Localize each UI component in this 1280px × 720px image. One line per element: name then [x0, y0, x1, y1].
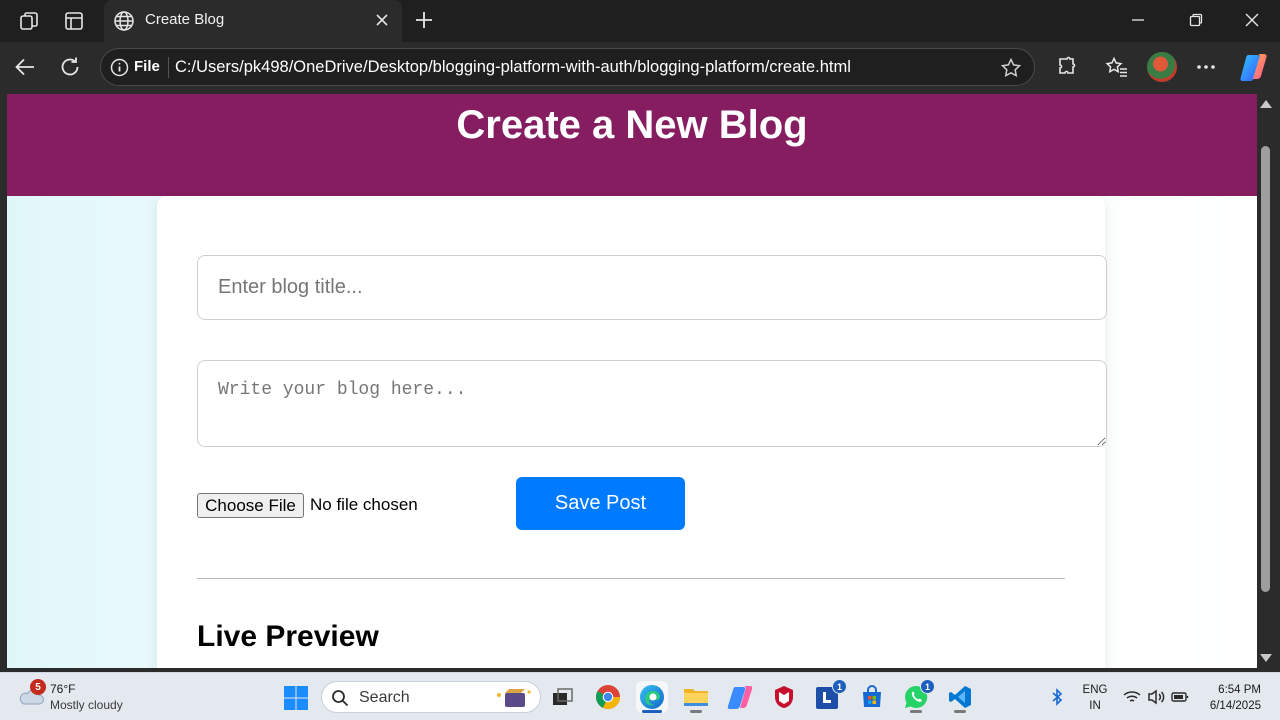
language-region: IN [1089, 700, 1101, 712]
favorites-icon[interactable] [1104, 54, 1130, 80]
taskbar: 5 76°F Mostly cloudy Search 1 1 ENG IN 6… [0, 672, 1280, 720]
new-tab-icon[interactable] [412, 8, 436, 32]
scroll-up-icon[interactable] [1260, 100, 1272, 108]
running-app-indicator [954, 710, 966, 713]
tab-create-blog[interactable]: Create Blog [104, 0, 402, 42]
system-clock[interactable]: 6:54 PM 6/14/2025 [1200, 682, 1261, 714]
taskbar-app-task-view[interactable] [547, 681, 579, 713]
url-text[interactable]: C:/Users/pk498/OneDrive/Desktop/blogging… [175, 58, 851, 77]
tab-close-icon[interactable] [372, 10, 392, 30]
live-preview-heading: Live Preview [197, 620, 379, 653]
weather-description: Mostly cloudy [50, 698, 123, 712]
running-app-indicator [910, 710, 922, 713]
windows-start-icon[interactable] [283, 685, 309, 711]
address-separator [168, 57, 169, 78]
scrollbar-thumb[interactable] [1261, 146, 1270, 592]
taskbar-search[interactable]: Search [321, 681, 541, 713]
language-code: ENG [1082, 684, 1108, 696]
blog-form-card: Choose File No file chosen Save Post Liv… [157, 196, 1107, 668]
search-highlight-icon [497, 689, 531, 707]
globe-icon [114, 11, 134, 31]
webpage: Create a New Blog Choose File No file ch… [7, 94, 1257, 668]
taskbar-app-vscode[interactable] [944, 681, 976, 713]
wifi-icon[interactable] [1122, 687, 1142, 707]
taskbar-app-edge[interactable] [636, 681, 668, 713]
copilot-icon[interactable] [1239, 53, 1269, 81]
search-label: Search [359, 689, 410, 706]
scheme-label: File [134, 58, 160, 75]
app-notification-badge: 1 [920, 679, 935, 694]
save-post-button[interactable]: Save Post [516, 477, 685, 530]
active-app-indicator [642, 710, 662, 713]
tab-actions-icon[interactable] [61, 8, 87, 34]
choose-file-button[interactable]: Choose File [197, 493, 304, 518]
taskbar-app-mcafee[interactable] [768, 681, 800, 713]
maximize-icon[interactable] [1184, 8, 1208, 32]
profile-avatar[interactable] [1147, 52, 1177, 82]
taskbar-app-microsoft-store[interactable] [856, 681, 888, 713]
toolbar: File C:/Users/pk498/OneDrive/Desktop/blo… [0, 42, 1280, 94]
scroll-down-icon[interactable] [1260, 654, 1272, 662]
close-window-icon[interactable] [1240, 8, 1264, 32]
window-border-right [1274, 94, 1280, 668]
workspaces-icon[interactable] [16, 8, 42, 34]
search-icon [332, 690, 349, 707]
battery-icon[interactable] [1170, 687, 1190, 707]
address-bar[interactable]: File C:/Users/pk498/OneDrive/Desktop/blo… [100, 48, 1035, 86]
section-divider [197, 578, 1065, 579]
blog-content-textarea[interactable] [197, 360, 1107, 447]
tab-strip: Create Blog [0, 0, 1280, 42]
app-notification-badge: 1 [832, 679, 847, 694]
weather-alert-badge: 5 [30, 679, 46, 695]
taskbar-app-copilot[interactable] [724, 681, 756, 713]
more-icon[interactable] [1193, 54, 1219, 80]
clock-date: 6/14/2025 [1209, 700, 1261, 712]
window-border-left [0, 94, 7, 668]
tab-title: Create Blog [145, 11, 225, 28]
taskbar-app-file-explorer[interactable] [680, 681, 712, 713]
volume-icon[interactable] [1146, 687, 1166, 707]
back-icon[interactable] [12, 54, 38, 80]
blog-title-input[interactable] [197, 255, 1107, 320]
browser-window: Create Blog File C:/Users/pk498/OneDrive… [0, 0, 1280, 720]
running-app-indicator [690, 710, 702, 713]
clock-time: 6:54 PM [1218, 684, 1261, 696]
taskbar-app-chrome[interactable] [592, 681, 624, 713]
bluetooth-icon[interactable] [1047, 687, 1067, 707]
minimize-icon[interactable] [1126, 8, 1150, 32]
language-indicator[interactable]: ENG IN [1080, 682, 1110, 714]
refresh-icon[interactable] [57, 54, 83, 80]
page-header: Create a New Blog [7, 94, 1257, 196]
info-icon[interactable] [110, 58, 129, 77]
favorite-star-icon[interactable] [1000, 57, 1022, 79]
weather-temperature: 76°F [50, 682, 76, 696]
page-title: Create a New Blog [456, 103, 808, 147]
page-scrollbar[interactable] [1257, 94, 1274, 668]
taskbar-app-lens[interactable]: 1 [812, 679, 847, 713]
taskbar-app-whatsapp[interactable]: 1 [900, 679, 935, 713]
file-status-text: No file chosen [310, 495, 418, 514]
extensions-icon[interactable] [1054, 54, 1080, 80]
